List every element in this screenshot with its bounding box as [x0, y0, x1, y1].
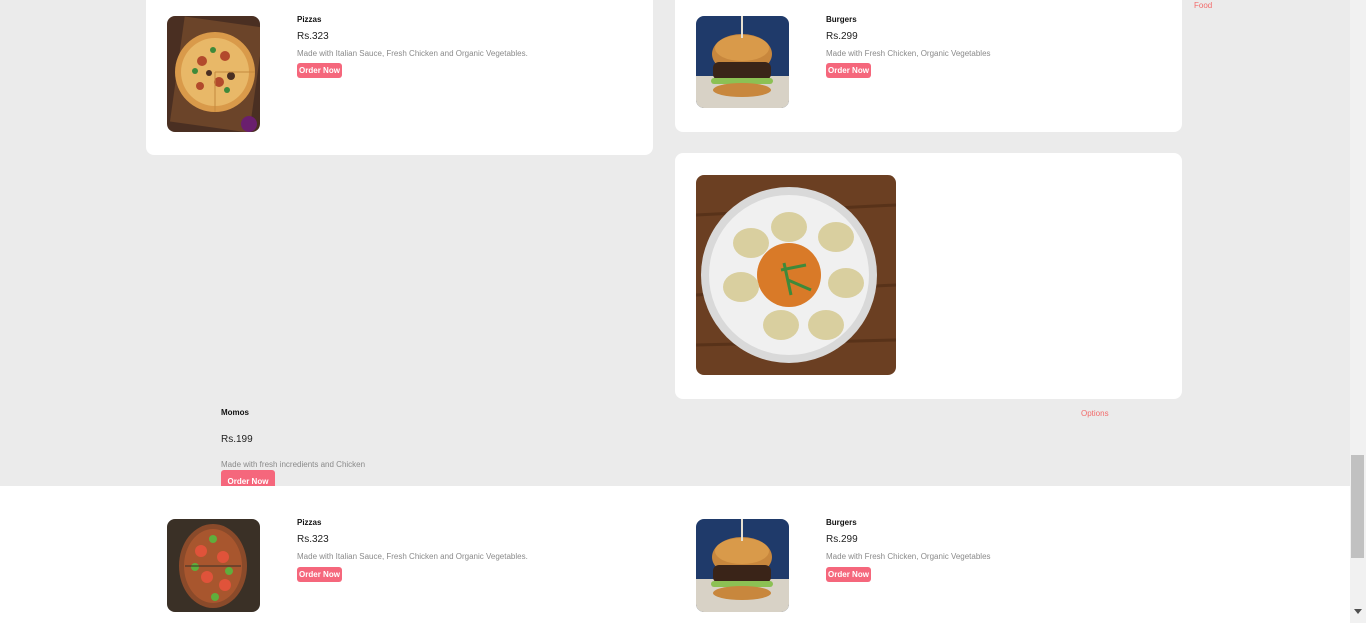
order-now-button[interactable]: Order Now [826, 63, 871, 78]
item-name: Pizzas [297, 518, 322, 527]
pizza-image [167, 16, 260, 132]
item-description: Made with Italian Sauce, Fresh Chicken a… [297, 552, 528, 561]
item-price: Rs.323 [297, 31, 329, 42]
item-name: Pizzas [297, 15, 322, 24]
order-now-button[interactable]: Order Now [297, 63, 342, 78]
pizza-image [167, 519, 260, 612]
burger-image [696, 519, 789, 612]
item-description: Made with fresh incredients and Chicken [221, 460, 366, 469]
scrollbar-thumb[interactable] [1351, 455, 1364, 558]
options-link[interactable]: Options [1081, 409, 1109, 418]
item-price: Rs.323 [297, 534, 329, 545]
item-price: Rs.199 [221, 434, 253, 445]
food-link[interactable]: Food [1194, 1, 1212, 10]
item-description: Made with Fresh Chicken, Organic Vegetab… [826, 49, 991, 58]
item-name: Momos [221, 408, 249, 417]
scroll-down-icon[interactable] [1354, 609, 1362, 614]
item-description: Made with Fresh Chicken, Organic Vegetab… [826, 552, 991, 561]
order-now-button[interactable]: Order Now [826, 567, 871, 582]
order-now-button[interactable]: Order Now [297, 567, 342, 582]
burger-image [696, 16, 789, 108]
item-description: Made with Italian Sauce, Fresh Chicken a… [297, 49, 528, 58]
momos-image [696, 175, 896, 375]
item-price: Rs.299 [826, 534, 858, 545]
item-price: Rs.299 [826, 31, 858, 42]
item-name: Burgers [826, 518, 857, 527]
item-name: Burgers [826, 15, 857, 24]
